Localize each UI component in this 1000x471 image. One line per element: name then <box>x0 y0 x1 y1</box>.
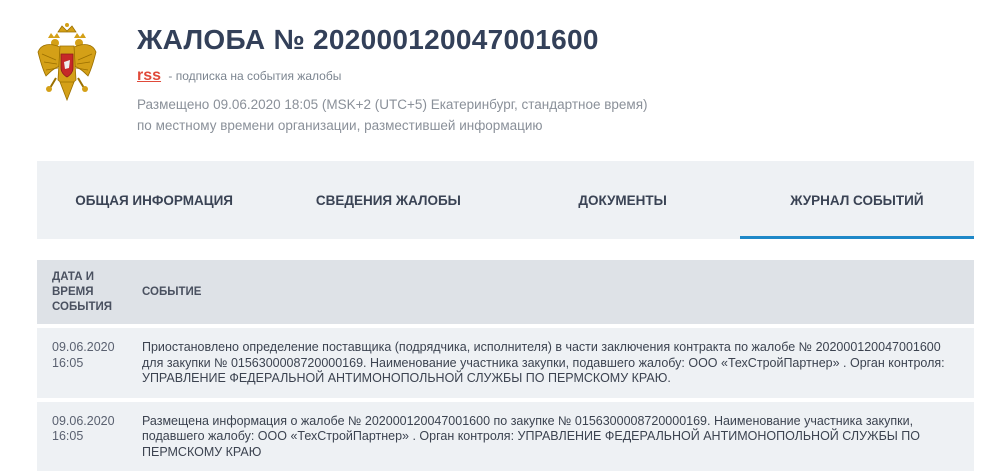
event-log-table: ДАТА И ВРЕМЯ СОБЫТИЯ СОБЫТИЕ 09.06.2020 … <box>37 260 974 471</box>
column-header-event: СОБЫТИЕ <box>127 260 974 326</box>
tab-general-info[interactable]: ОБЩАЯ ИНФОРМАЦИЯ <box>37 161 271 239</box>
posted-timezone-note: по местному времени организации, размест… <box>137 115 648 136</box>
rss-subscription: rss - подписка на события жалобы <box>137 67 341 85</box>
event-date: 09.06.2020 <box>52 414 127 430</box>
tab-event-log[interactable]: ЖУРНАЛ СОБЫТИЙ <box>740 161 974 239</box>
table-header-row: ДАТА И ВРЕМЯ СОБЫТИЯ СОБЫТИЕ <box>37 260 974 326</box>
rss-description: - подписка на события жалобы <box>168 69 341 83</box>
tab-documents[interactable]: ДОКУМЕНТЫ <box>506 161 740 239</box>
publication-info: Размещено 09.06.2020 18:05 (MSK+2 (UTC+5… <box>137 94 648 136</box>
event-date: 09.06.2020 <box>52 340 127 356</box>
rss-link[interactable]: rss <box>137 67 161 84</box>
page-title: ЖАЛОБА № 202000120047001600 <box>137 24 599 56</box>
event-time: 16:05 <box>52 429 127 445</box>
event-description: Приостановлено определение поставщика (п… <box>127 326 974 400</box>
event-datetime: 09.06.2020 16:05 <box>37 326 127 400</box>
table-row: 09.06.2020 16:05 Размещена информация о … <box>37 400 974 471</box>
event-time: 16:05 <box>52 356 127 372</box>
coat-of-arms-icon <box>36 22 98 108</box>
posted-date-line: Размещено 09.06.2020 18:05 (MSK+2 (UTC+5… <box>137 94 648 115</box>
event-description: Размещена информация о жалобе № 20200012… <box>127 400 974 471</box>
event-datetime: 09.06.2020 16:05 <box>37 400 127 471</box>
table-row: 09.06.2020 16:05 Приостановлено определе… <box>37 326 974 400</box>
column-header-date: ДАТА И ВРЕМЯ СОБЫТИЯ <box>37 260 127 326</box>
tab-bar: ОБЩАЯ ИНФОРМАЦИЯ СВЕДЕНИЯ ЖАЛОБЫ ДОКУМЕН… <box>37 161 974 239</box>
tab-complaint-details[interactable]: СВЕДЕНИЯ ЖАЛОБЫ <box>271 161 505 239</box>
